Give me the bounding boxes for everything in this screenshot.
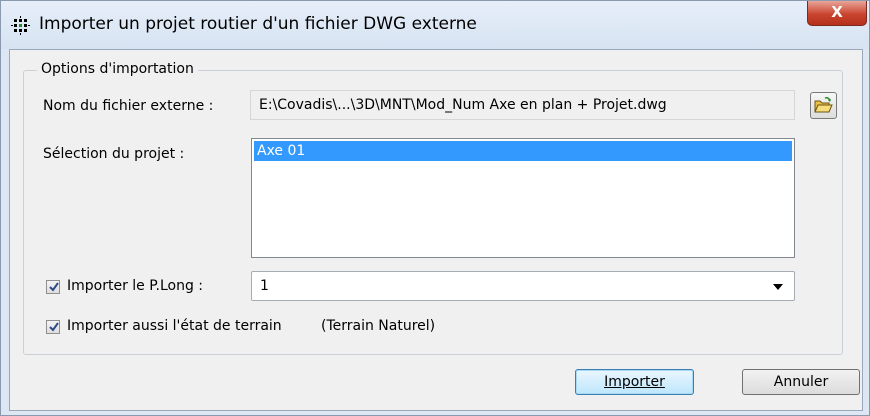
terrain-name: (Terrain Naturel) bbox=[321, 318, 436, 334]
close-icon: X bbox=[831, 3, 843, 21]
import-options-title: Options d'importation bbox=[37, 61, 198, 77]
dialog-window: Importer un projet routier d'un fichier … bbox=[0, 0, 870, 416]
project-list[interactable]: Axe 01 bbox=[251, 138, 795, 258]
browse-button[interactable] bbox=[810, 92, 837, 119]
checkmark-icon bbox=[49, 282, 59, 292]
import-plong-checkbox[interactable] bbox=[46, 280, 60, 294]
open-folder-icon bbox=[813, 95, 834, 120]
grid-app-icon bbox=[11, 16, 31, 36]
plong-selected-value: 1 bbox=[260, 278, 269, 294]
import-terrain-checkbox[interactable] bbox=[46, 320, 60, 334]
checkmark-icon bbox=[49, 322, 59, 332]
window-title: Importer un projet routier d'un fichier … bbox=[39, 14, 477, 34]
import-button[interactable]: Importer bbox=[575, 369, 694, 395]
dropdown-arrow-icon bbox=[773, 284, 783, 290]
title-bar[interactable]: Importer un projet routier d'un fichier … bbox=[1, 1, 869, 49]
file-path-field[interactable]: E:\Covadis\...\3D\MNT\Mod_Num Axe en pla… bbox=[250, 90, 795, 120]
project-list-item[interactable]: Axe 01 bbox=[254, 141, 792, 161]
project-label: Sélection du projet : bbox=[43, 146, 185, 162]
close-button[interactable]: X bbox=[807, 1, 867, 26]
file-label: Nom du fichier externe : bbox=[43, 98, 214, 114]
cancel-button[interactable]: Annuler bbox=[742, 369, 860, 395]
plong-select[interactable]: 1 bbox=[251, 271, 795, 301]
import-terrain-label: Importer aussi l'état de terrain bbox=[67, 318, 282, 334]
import-plong-label: Importer le P.Long : bbox=[67, 278, 203, 294]
